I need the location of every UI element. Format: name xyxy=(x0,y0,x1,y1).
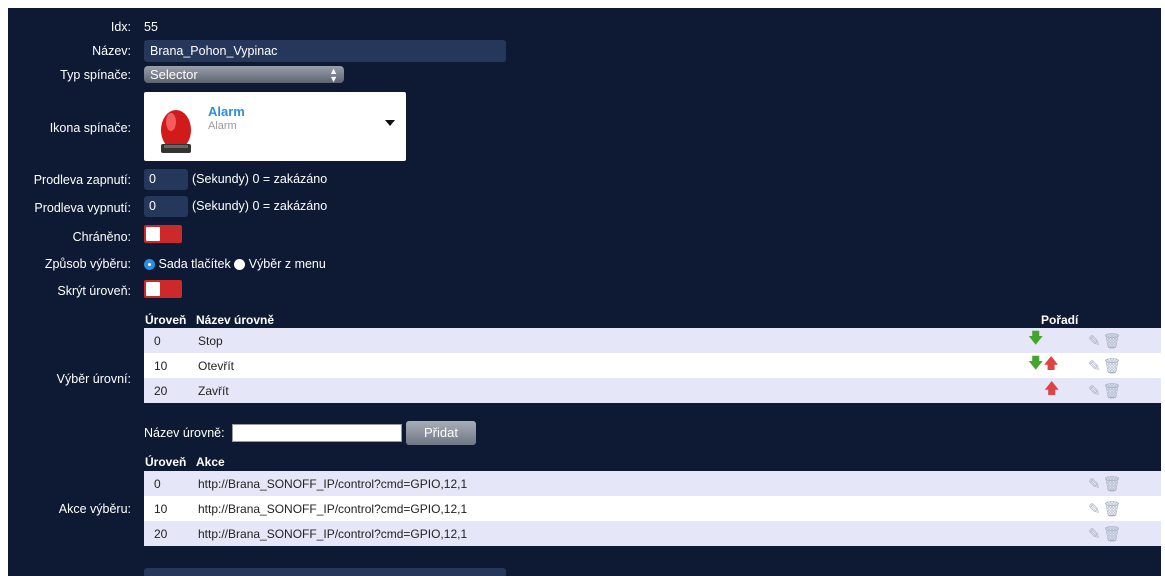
levels-col-name: Název úrovně xyxy=(196,313,275,327)
edit-icon[interactable]: ✎ xyxy=(1088,383,1103,400)
radio-menu-option[interactable] xyxy=(234,259,246,270)
levels-col-order: Pořadí xyxy=(1041,313,1079,327)
protected-toggle[interactable] xyxy=(144,225,182,243)
actions-table: 0 http://Brana_SONOFF_IP/control?cmd=GPI… xyxy=(144,471,1161,546)
move-down-icon[interactable]: 🡇 xyxy=(1028,330,1043,347)
level-cell: 20 xyxy=(154,383,168,398)
move-up-icon[interactable]: 🡅 xyxy=(1044,380,1059,397)
edit-icon[interactable]: ✎ xyxy=(1088,501,1103,518)
edit-icon[interactable]: ✎ xyxy=(1088,358,1103,375)
table-row: 10 Otevřít 🡇🡅 ✎🗑 xyxy=(144,353,1161,378)
table-row: 20 http://Brana_SONOFF_IP/control?cmd=GP… xyxy=(144,521,1161,546)
toggle-knob xyxy=(146,282,160,296)
add-level-button[interactable]: Přidat xyxy=(406,421,476,445)
edit-icon[interactable]: ✎ xyxy=(1088,333,1103,350)
radio-buttons-label: Sada tlačítek xyxy=(158,257,231,271)
levels-table: 0 Stop 🡇 ✎🗑 10 Otevřít 🡇🡅 ✎🗑 20 Zavřít 🡅… xyxy=(144,328,1161,403)
trash-icon[interactable]: 🗑 xyxy=(1103,358,1124,375)
dropdown-caret-icon xyxy=(385,120,395,126)
idx-value: 55 xyxy=(144,20,158,34)
row-actions: ✎🗑 xyxy=(1088,471,1161,496)
off-delay-hint: (Sekundy) 0 = zakázáno xyxy=(192,199,328,213)
row-actions: ✎🗑 xyxy=(1088,353,1161,378)
level-cell: 0 xyxy=(154,333,161,348)
protected-label: Chráněno: xyxy=(72,230,131,244)
radio-buttons-option[interactable] xyxy=(144,259,155,270)
level-cell: 10 xyxy=(154,358,168,373)
trash-icon[interactable]: 🗑 xyxy=(1103,501,1124,518)
off-delay-input[interactable]: 0 xyxy=(144,196,188,217)
row-actions: ✎🗑 xyxy=(1088,496,1161,521)
on-delay-label: Prodleva zapnutí: xyxy=(33,173,131,187)
level-cell: 0 xyxy=(154,476,161,491)
trash-icon[interactable]: 🗑 xyxy=(1103,333,1124,350)
row-actions: ✎🗑 xyxy=(1088,378,1161,403)
name-label: Název: xyxy=(92,44,131,58)
toggle-knob xyxy=(146,227,160,241)
trash-icon[interactable]: 🗑 xyxy=(1103,383,1124,400)
level-name-cell: Otevřít xyxy=(198,358,235,373)
name-input[interactable]: Brana_Pohon_Vypinac xyxy=(144,40,506,62)
selection-mode-group: Sada tlačítek Výběr z menu xyxy=(144,257,326,271)
edit-icon[interactable]: ✎ xyxy=(1088,526,1103,543)
icon-label: Ikona spínače: xyxy=(49,121,131,135)
actions-col-level: Úroveň xyxy=(145,455,187,469)
new-level-label: Název úrovně: xyxy=(144,426,225,440)
order-cell: 🡇🡅 xyxy=(1028,353,1088,378)
table-row: 0 Stop 🡇 ✎🗑 xyxy=(144,328,1161,353)
order-cell: 🡅 xyxy=(1028,378,1088,403)
actions-col-action: Akce xyxy=(196,455,225,469)
row-actions: ✎🗑 xyxy=(1088,328,1161,353)
trash-icon[interactable]: 🗑 xyxy=(1103,526,1124,543)
switch-type-value: Selector xyxy=(150,67,198,82)
level-name-cell: Zavřít xyxy=(198,383,229,398)
new-level-input[interactable] xyxy=(232,424,402,442)
table-row: 10 http://Brana_SONOFF_IP/control?cmd=GP… xyxy=(144,496,1161,521)
levels-col-level: Úroveň xyxy=(145,313,187,327)
switch-type-label: Typ spínače: xyxy=(60,68,131,82)
level-cell: 20 xyxy=(154,526,168,541)
move-up-icon[interactable]: 🡅 xyxy=(1043,355,1058,372)
selection-mode-label: Způsob výběru: xyxy=(44,257,131,271)
on-delay-hint: (Sekundy) 0 = zakázáno xyxy=(192,172,328,186)
switch-type-select[interactable]: Selector ▲ ▼ xyxy=(144,66,344,84)
trash-icon[interactable]: 🗑 xyxy=(1103,476,1124,493)
select-arrows-icon: ▲ ▼ xyxy=(329,66,338,84)
order-cell: 🡇 xyxy=(1028,328,1088,353)
icon-title: Alarm xyxy=(208,104,245,119)
hide-level-toggle[interactable] xyxy=(144,280,182,298)
move-down-icon[interactable]: 🡇 xyxy=(1028,355,1043,372)
level-cell: 10 xyxy=(154,501,168,516)
action-cell: http://Brana_SONOFF_IP/control?cmd=GPIO,… xyxy=(198,476,468,491)
levels-label: Výběr úrovní: xyxy=(56,372,131,386)
radio-menu-label: Výběr z menu xyxy=(248,257,326,271)
action-cell: http://Brana_SONOFF_IP/control?cmd=GPIO,… xyxy=(198,501,468,516)
action-cell: http://Brana_SONOFF_IP/control?cmd=GPIO,… xyxy=(198,526,468,541)
icon-dropdown[interactable]: Alarm Alarm xyxy=(144,92,406,161)
table-row: 0 http://Brana_SONOFF_IP/control?cmd=GPI… xyxy=(144,471,1161,496)
device-edit-panel: Idx: 55 Název: Brana_Pohon_Vypinac Typ s… xyxy=(8,8,1161,576)
alarm-siren-icon xyxy=(161,110,191,153)
on-delay-input[interactable]: 0 xyxy=(144,169,188,190)
edit-icon[interactable]: ✎ xyxy=(1088,476,1103,493)
icon-subtitle: Alarm xyxy=(208,120,237,132)
row-actions: ✎🗑 xyxy=(1088,521,1161,546)
level-name-cell: Stop xyxy=(198,333,223,348)
hide-level-label: Skrýt úroveň: xyxy=(57,284,131,298)
actions-label: Akce výběru: xyxy=(58,502,131,516)
off-delay-label: Prodleva vypnutí: xyxy=(34,201,131,215)
table-row: 20 Zavřít 🡅 ✎🗑 xyxy=(144,378,1161,403)
idx-label: Idx: xyxy=(110,20,131,34)
description-input-partial[interactable] xyxy=(144,568,506,576)
